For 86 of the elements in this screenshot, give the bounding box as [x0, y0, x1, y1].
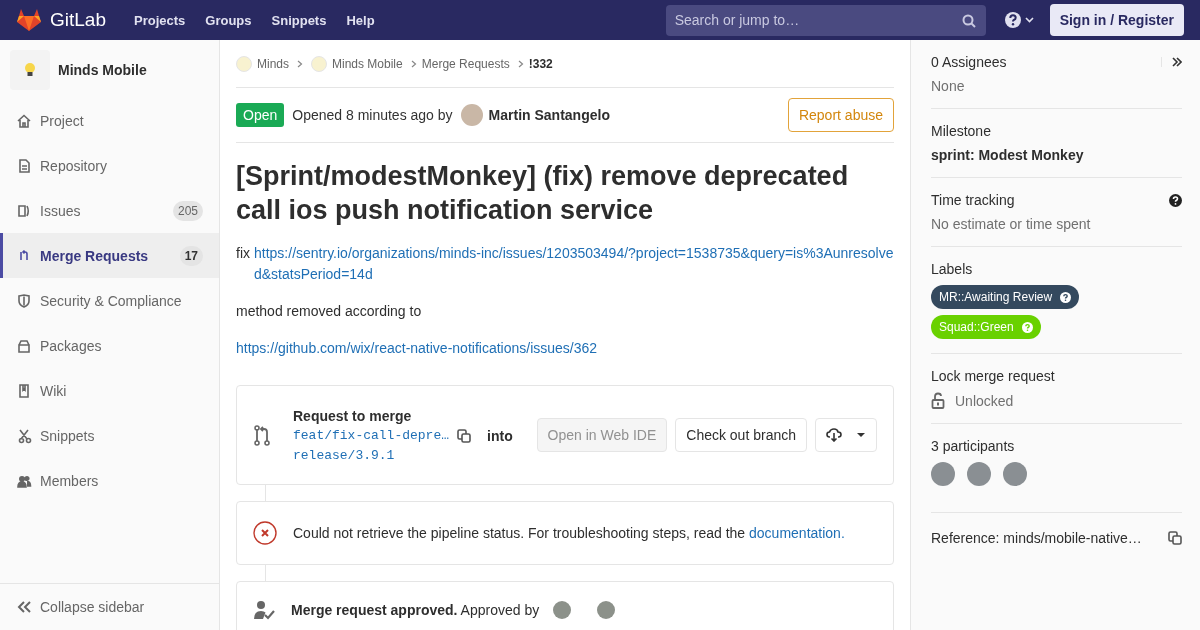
document-icon [16, 157, 32, 174]
time-tracking-value: No estimate or time spent [931, 216, 1092, 232]
sidebar-item[interactable]: Wiki [0, 368, 219, 413]
search-icon [961, 13, 976, 28]
copy-icon[interactable] [1168, 531, 1182, 545]
participants-title: 3 participants [931, 438, 1016, 454]
approver-avatar[interactable] [597, 601, 616, 619]
description-text: fix [236, 244, 250, 263]
help-icon[interactable] [1060, 291, 1072, 303]
description-text: method removed according to [236, 302, 422, 321]
url-link[interactable]: https://sentry.io/organizations/minds-inc/issues/1203503494/?project=1538735&query=is%3Aunresolved&statsPeriod=14d [254, 243, 894, 285]
participant-avatar[interactable] [967, 462, 991, 486]
approver-avatar[interactable] [553, 601, 572, 619]
breadcrumb-link[interactable]: Minds Mobile [332, 56, 403, 71]
nav-link[interactable]: Groups [205, 12, 252, 28]
sidebar-item[interactable]: Merge Requests 17 [0, 233, 219, 278]
fox-logo-icon[interactable] [16, 8, 42, 32]
sidebar-item[interactable]: Issues 205 [0, 188, 219, 233]
author-link[interactable]: Martin Santangelo [488, 107, 610, 123]
target-branch-link[interactable]: release/3.9.1 [293, 447, 513, 463]
request-to-merge-title: Request to merge [293, 407, 413, 424]
pipeline-status-message: Could not retrieve the pipeline status. For troubleshooting steps, read the documentation. [293, 525, 845, 541]
nav-link[interactable]: Help [346, 12, 375, 28]
lock-status: Unlocked [955, 392, 1014, 409]
copy-icon[interactable] [457, 428, 472, 443]
source-branch-link[interactable]: feat/fix-call-depre… [293, 428, 450, 443]
opened-text: Opened 8 minutes ago by [292, 107, 453, 123]
double-chevron-left-icon [17, 601, 31, 613]
chevron-right-icon [410, 59, 417, 68]
milestone-title: Milestone [931, 123, 992, 139]
unlocked-padlock-icon [931, 392, 945, 409]
label-tag[interactable]: MR::Awaiting Review [931, 285, 1080, 309]
shield-icon [16, 292, 32, 309]
merge-request-icon [253, 424, 271, 446]
sign-in-button[interactable]: Sign in / Register [1049, 4, 1184, 36]
count-badge: 205 [172, 200, 203, 221]
lock-title: Lock merge request [931, 368, 1056, 384]
breadcrumb-link[interactable]: Merge Requests [421, 56, 510, 71]
help-icon[interactable] [1169, 193, 1182, 207]
nav-link[interactable]: Snippets [271, 12, 327, 28]
cloud-download-icon [826, 428, 842, 442]
reference-text: Reference: minds/mobile-native… [931, 530, 1142, 546]
breadcrumb-link[interactable]: Minds [257, 56, 289, 71]
time-tracking-title: Time tracking [931, 192, 1015, 208]
chevron-right-icon [297, 59, 303, 68]
logo-text[interactable]: GitLab [50, 9, 106, 31]
download-dropdown-button[interactable] [815, 418, 877, 452]
scissors-icon [16, 427, 32, 444]
documentation-link[interactable]: documentation. [749, 525, 845, 541]
into-text: into [487, 427, 513, 444]
author-avatar [460, 104, 483, 126]
help-dropdown-icon[interactable] [1003, 11, 1036, 29]
breadcrumb-link[interactable]: !332 [528, 56, 553, 71]
user-check-icon [253, 600, 275, 620]
error-status-icon [253, 521, 277, 545]
search-field[interactable]: Search or jump to… [665, 4, 986, 36]
double-chevron-right-icon[interactable] [1161, 57, 1182, 67]
sidebar-item[interactable]: Security & Compliance [0, 278, 219, 323]
caret-icon [856, 432, 866, 438]
merge-request-title: [Sprint/modestMonkey] (fix) remove deprecated call ios push notification service [236, 160, 850, 227]
lightbulb-icon [24, 62, 36, 78]
count-badge: 17 [179, 245, 203, 266]
collapse-sidebar-button[interactable]: Collapse sidebar [0, 583, 219, 630]
home-icon [16, 112, 32, 129]
sidebar-item[interactable]: Members [0, 458, 219, 503]
sidebar-item[interactable]: Project [0, 98, 219, 143]
assignees-title: 0 Assignees [931, 54, 1007, 70]
package-icon [16, 337, 32, 354]
issues-icon [16, 202, 32, 219]
chevron-right-icon [517, 59, 524, 68]
sidebar-item[interactable]: Repository [0, 143, 219, 188]
sidebar-item[interactable]: Snippets [0, 413, 219, 458]
action-button[interactable]: Check out branch [675, 418, 807, 452]
participant-avatar[interactable] [1003, 462, 1027, 486]
url-link[interactable]: https://github.com/wix/react-native-notifications/issues/362 [236, 338, 894, 359]
assignees-value: None [931, 78, 966, 94]
milestone-link[interactable]: sprint: Modest Monkey [931, 147, 1182, 163]
participant-avatar[interactable] [931, 462, 955, 486]
labels-title: Labels [931, 261, 974, 277]
approval-message: Merge request approved. Approved by [291, 602, 540, 618]
nav-link[interactable]: Projects [134, 12, 186, 28]
project-name[interactable]: Minds Mobile [58, 62, 147, 78]
report-abuse-button[interactable]: Report abuse [787, 98, 894, 132]
status-badge: Open [236, 103, 285, 127]
book-icon [16, 382, 32, 399]
sidebar-item[interactable]: Packages [0, 323, 219, 368]
